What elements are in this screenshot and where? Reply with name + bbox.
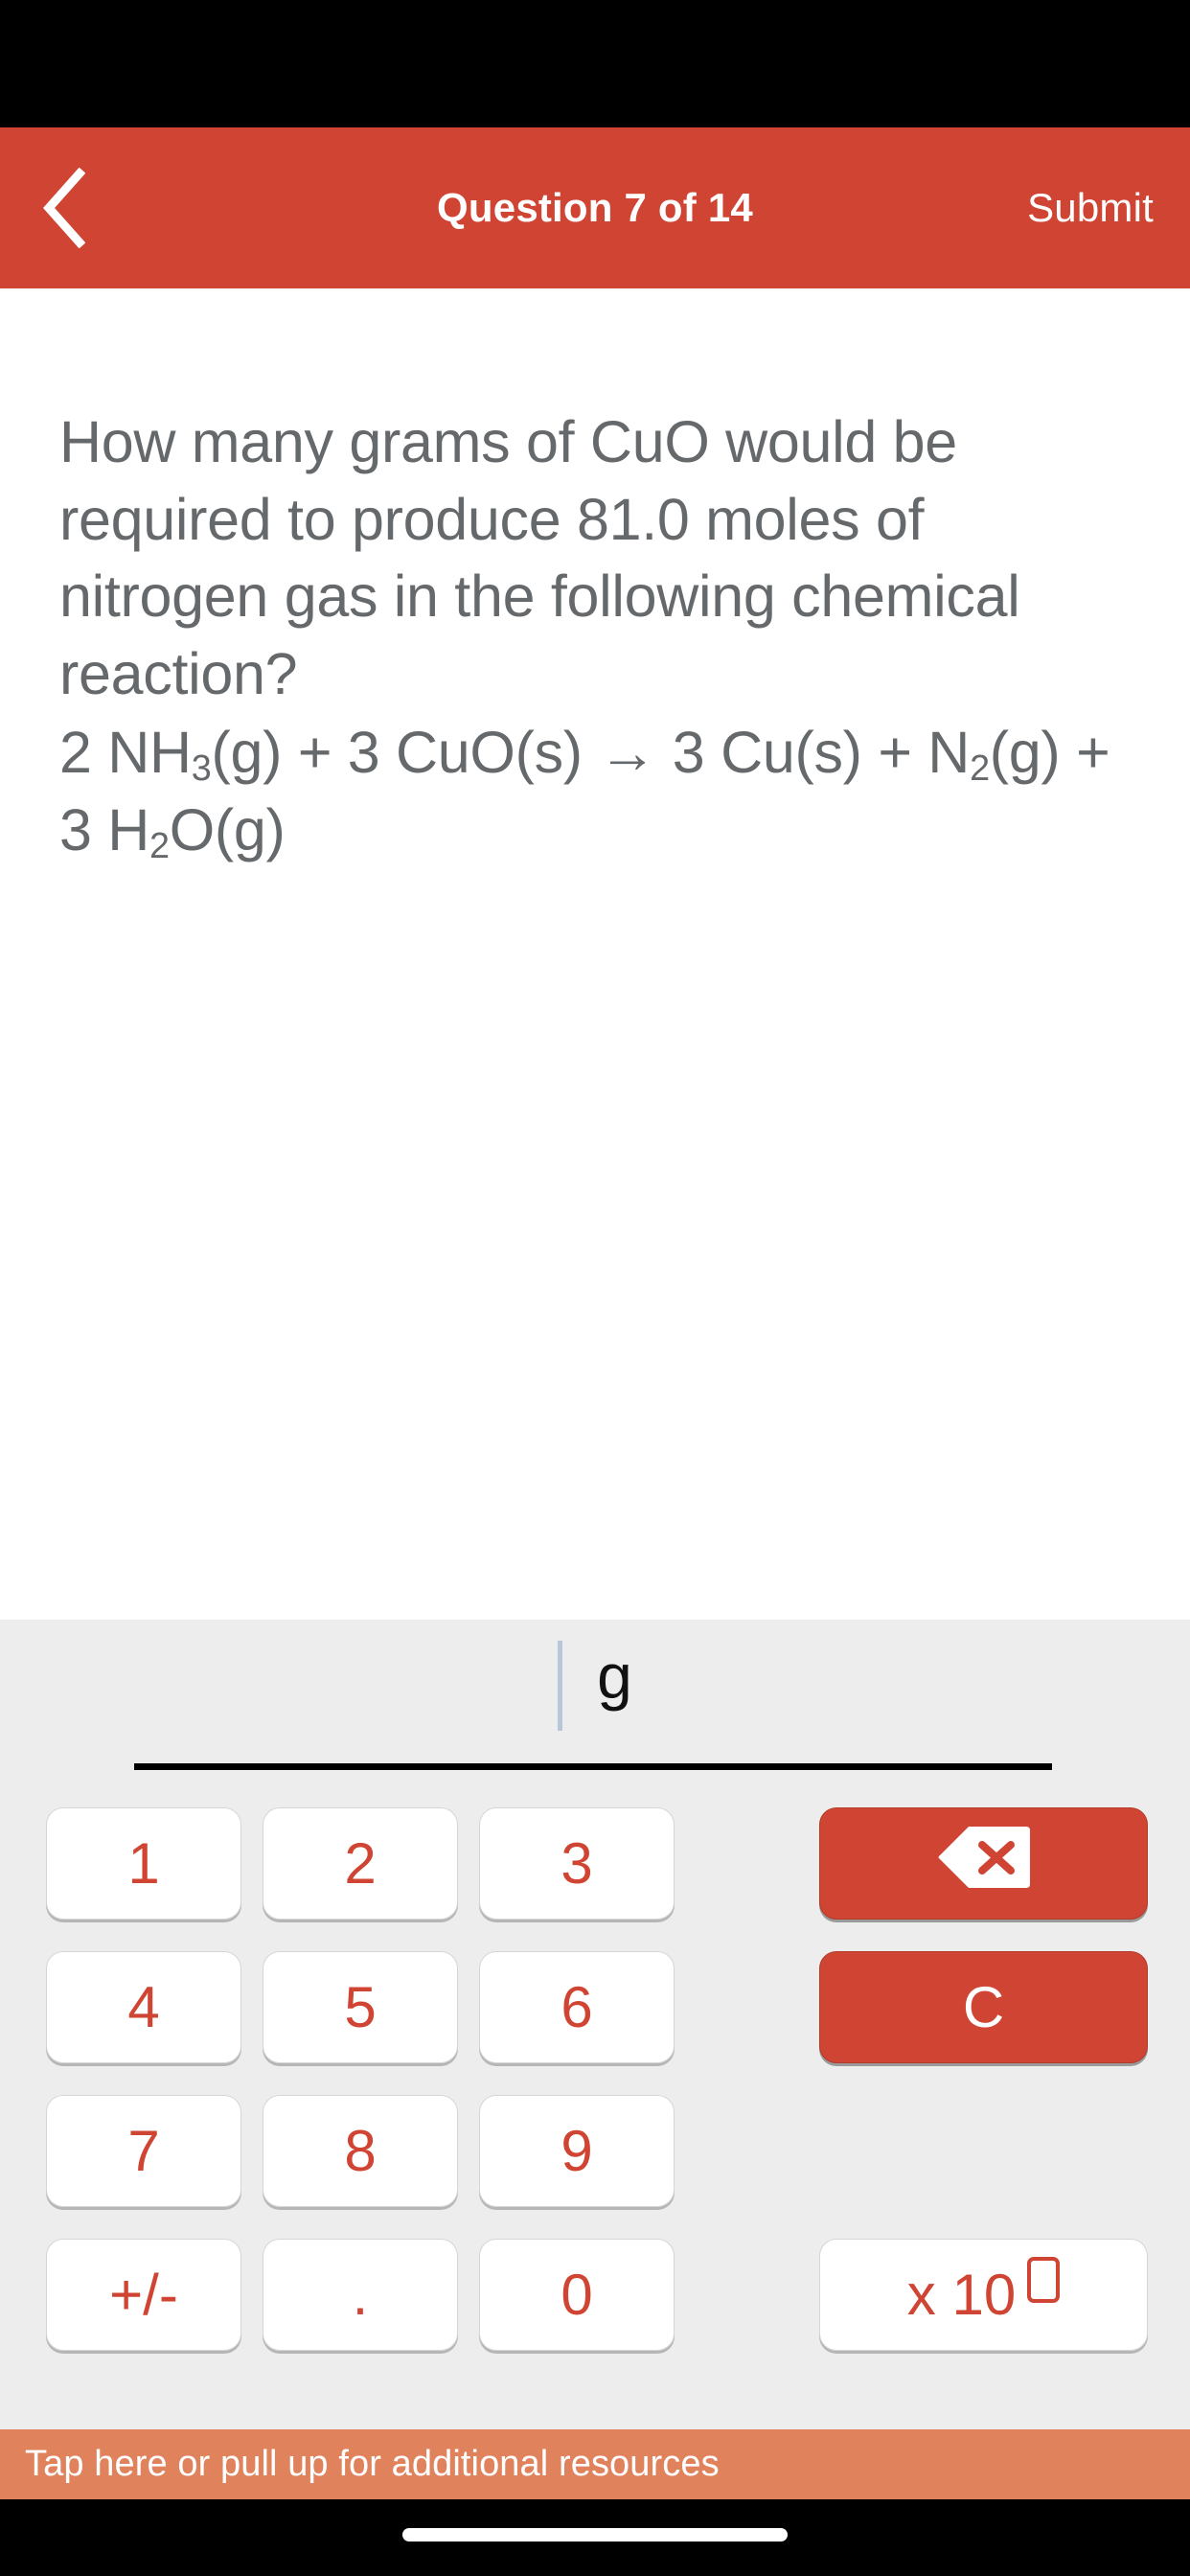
key-5[interactable]: 5 — [263, 1951, 458, 2063]
key-exponent-inner: x 10 — [906, 2256, 1061, 2328]
question-prompt: How many grams of CuO would be required … — [59, 403, 1123, 868]
equation-seg-5: 2 — [149, 825, 170, 866]
key-6[interactable]: 6 — [479, 1951, 675, 2063]
question-prompt-text: How many grams of CuO would be required … — [59, 409, 1020, 706]
equation-seg-0: 2 NH — [59, 720, 192, 786]
key-4-label: 4 — [127, 1975, 160, 2039]
key-3[interactable]: 3 — [479, 1807, 675, 1920]
resources-banner[interactable]: Tap here or pull up for additional resou… — [0, 2429, 1190, 2499]
key-9[interactable]: 9 — [479, 2095, 675, 2207]
submit-button[interactable]: Submit — [1027, 185, 1154, 231]
key-1-label: 1 — [127, 1831, 160, 1896]
exponent-placeholder-box — [1027, 2256, 1061, 2303]
keypad-grid: 1 2 3 4 5 6 C 7 8 9 +/- . 0 x 10 — [0, 1807, 1190, 2382]
key-5-label: 5 — [344, 1975, 377, 2039]
equation-seg-3: 2 — [970, 748, 990, 790]
key-exponent[interactable]: x 10 — [819, 2239, 1148, 2351]
key-7[interactable]: 7 — [46, 2095, 241, 2207]
answer-row[interactable]: g — [0, 1620, 1190, 1773]
key-6-label: 6 — [561, 1975, 593, 2039]
key-backspace[interactable] — [819, 1807, 1148, 1920]
equation-seg-6: O(g) — [169, 796, 286, 862]
key-4[interactable]: 4 — [46, 1951, 241, 2063]
question-area: How many grams of CuO would be required … — [0, 288, 1190, 1620]
key-9-label: 9 — [561, 2119, 593, 2183]
page-title: Question 7 of 14 — [437, 185, 753, 230]
key-0[interactable]: 0 — [479, 2239, 675, 2351]
key-2-label: 2 — [344, 1831, 377, 1896]
keypad-panel: g 1 2 3 4 5 6 C 7 8 9 +/- . 0 x 10 — [0, 1620, 1190, 2429]
key-plus-minus[interactable]: +/- — [46, 2239, 241, 2351]
text-caret — [558, 1641, 563, 1731]
key-2[interactable]: 2 — [263, 1807, 458, 1920]
key-3-label: 3 — [561, 1831, 593, 1896]
status-bar — [0, 0, 1190, 127]
key-8-label: 8 — [344, 2119, 377, 2183]
key-decimal-label: . — [352, 2263, 369, 2327]
answer-unit: g — [597, 1641, 632, 1712]
equation-seg-2: (g) + 3 CuO(s) → 3 Cu(s) + N — [211, 720, 971, 786]
key-exponent-label: x 10 — [906, 2263, 1017, 2327]
resources-banner-label: Tap here or pull up for additional resou… — [25, 2444, 720, 2484]
key-7-label: 7 — [127, 2119, 160, 2183]
home-indicator-area — [0, 2499, 1190, 2576]
key-1[interactable]: 1 — [46, 1807, 241, 1920]
key-0-label: 0 — [561, 2263, 593, 2327]
answer-underline — [134, 1763, 1052, 1770]
home-indicator[interactable] — [402, 2528, 788, 2542]
key-8[interactable]: 8 — [263, 2095, 458, 2207]
key-clear[interactable]: C — [819, 1951, 1148, 2063]
chemical-equation: 2 NH3(g) + 3 CuO(s) → 3 Cu(s) + N2(g) + … — [59, 714, 1123, 868]
key-decimal[interactable]: . — [263, 2239, 458, 2351]
answer-input[interactable]: g — [134, 1641, 1054, 1763]
app-screen: Question 7 of 14 Submit How many grams o… — [0, 0, 1190, 2576]
nav-header: Question 7 of 14 Submit — [0, 127, 1190, 288]
key-clear-label: C — [962, 1975, 1005, 2039]
equation-seg-1: 3 — [191, 748, 212, 790]
key-plus-minus-label: +/- — [109, 2263, 178, 2327]
backspace-icon — [938, 1825, 1030, 1903]
